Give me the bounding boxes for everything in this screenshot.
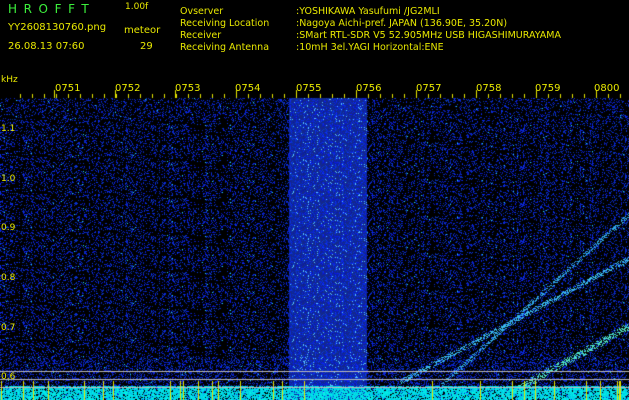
y-tick-label: 0.7 [1, 323, 16, 333]
x-tick-label: 0756 [356, 83, 382, 94]
x-tick-label: 0755 [296, 83, 322, 94]
x-tick-label: 0754 [235, 83, 261, 94]
y-tick-label: 1.1 [1, 124, 16, 134]
x-tick-label: 0758 [476, 83, 502, 94]
capture-time: 26.08.13 07:60 [8, 41, 85, 52]
app-version: 1.00f [125, 2, 149, 12]
meteor-label: meteor [124, 25, 161, 36]
x-tick-label: 0800 [594, 83, 620, 94]
header-panel: HROFFT 1.00f YY2608130760.png meteor 26.… [0, 0, 629, 76]
x-tick-label: 0757 [416, 83, 442, 94]
spectrogram-canvas [0, 76, 629, 400]
meteor-count: 29 [140, 41, 153, 52]
spectrogram-panel: kHz 1.1 1.0 0.9 0.8 0.7 0.6 0751 0752 07… [0, 76, 629, 400]
x-tick-label: 0753 [175, 83, 201, 94]
receiver-value: :SMart RTL-SDR V5 52.905MHz USB HIGASHIM… [296, 30, 561, 41]
y-tick-label: 0.8 [1, 273, 16, 283]
receiver-label: Receiver [180, 30, 222, 41]
antenna-label: Receiving Antenna [180, 42, 270, 53]
y-unit-label: kHz [1, 75, 18, 85]
x-tick-label: 0752 [115, 83, 141, 94]
observer-label: Ovserver [180, 6, 224, 17]
location-label: Receiving Location [180, 18, 270, 29]
observer-value: :YOSHIKAWA Yasufumi /JG2MLI [296, 6, 440, 17]
location-value: :Nagoya Aichi-pref. JAPAN (136.90E, 35.2… [296, 18, 508, 29]
file-name: YY2608130760.png [8, 22, 107, 33]
y-tick-label: 0.6 [1, 372, 16, 382]
app-name: HROFFT [8, 2, 96, 16]
x-tick-label: 0759 [535, 83, 561, 94]
antenna-value: :10mH 3el.YAGI Horizontal:ENE [296, 42, 444, 53]
y-tick-label: 1.0 [1, 174, 16, 184]
y-tick-label: 0.9 [1, 223, 16, 233]
x-tick-label: 0751 [55, 83, 81, 94]
